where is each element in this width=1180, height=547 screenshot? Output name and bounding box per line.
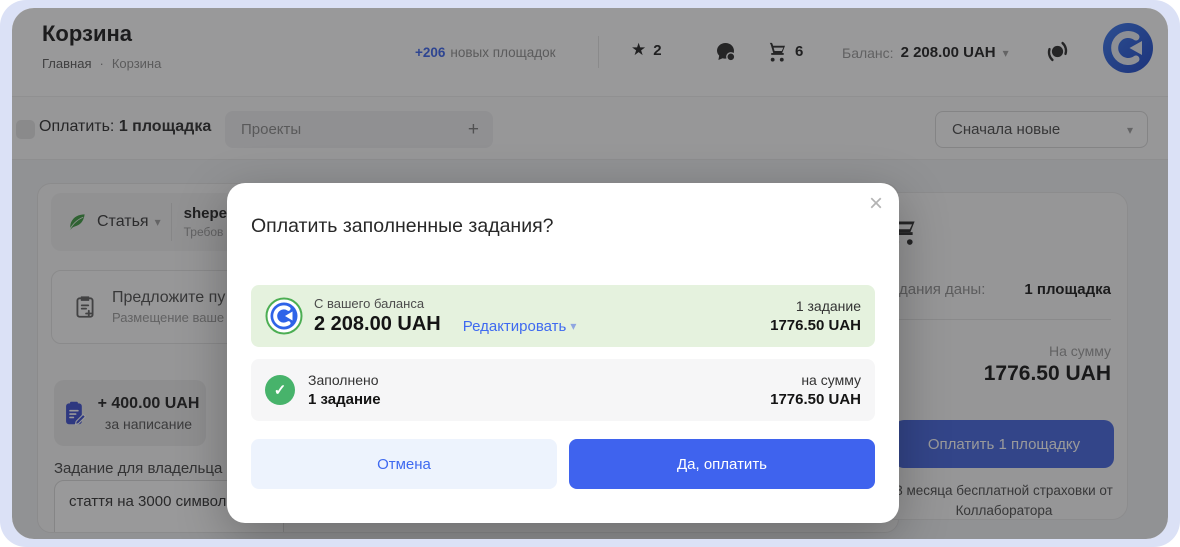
confirm-button[interactable]: Да, оплатить (569, 439, 875, 489)
amount-caption: на сумму (770, 372, 861, 388)
modal-title: Оплатить заполненные задания? (251, 215, 554, 238)
amount-value: 1776.50 UAH (770, 391, 861, 408)
close-icon[interactable]: × (869, 187, 883, 221)
app-window: Корзина Главная · Корзина +206 новых пло… (12, 8, 1168, 539)
chevron-down-icon: ▾ (570, 319, 576, 333)
check-icon: ✓ (265, 375, 295, 405)
window-frame: Корзина Главная · Корзина +206 новых пло… (0, 0, 1180, 547)
payment-modal: × Оплатить заполненные задания? С вашего… (227, 183, 899, 523)
modal-task-count: 1 задание (770, 298, 861, 314)
filled-count: 1 задание (308, 391, 381, 408)
balance-panel: С вашего баланса 2 208.00 UAH Редактиров… (251, 285, 875, 347)
balance-amount: 2 208.00 UAH (314, 313, 441, 336)
collaborator-logo-badge (265, 297, 303, 335)
modal-task-amount: 1776.50 UAH (770, 317, 861, 334)
edit-label: Редактировать (463, 318, 567, 335)
filled-panel: ✓ Заполнено 1 задание на сумму 1776.50 U… (251, 359, 875, 421)
balance-caption: С вашего баланса (314, 296, 441, 311)
filled-caption: Заполнено (308, 372, 381, 388)
cancel-button[interactable]: Отмена (251, 439, 557, 489)
edit-payment-dropdown[interactable]: Редактировать ▾ (463, 318, 577, 335)
